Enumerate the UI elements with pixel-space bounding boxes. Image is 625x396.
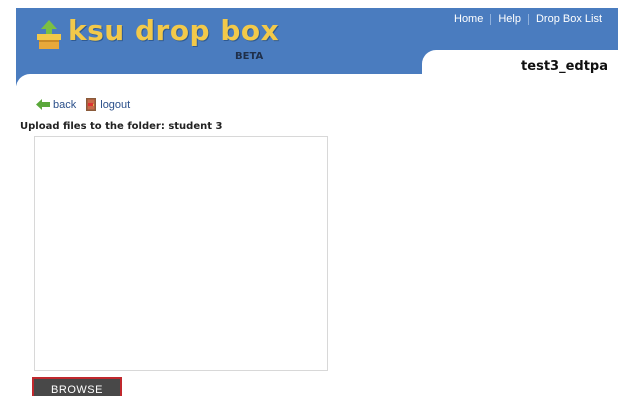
page-frame: ksu drop box BETA Home Help Drop Box Lis… <box>16 8 618 396</box>
nav-divider <box>490 13 492 25</box>
nav-home-link[interactable]: Home <box>454 13 483 25</box>
nav-help-link[interactable]: Help <box>498 13 521 25</box>
main-content: back logout Upload files to the folder: … <box>16 74 618 396</box>
dropbox-box-icon <box>37 20 61 49</box>
browse-button[interactable]: BROWSE <box>32 377 122 396</box>
beta-badge: BETA <box>235 51 264 62</box>
back-arrow-icon <box>36 99 50 110</box>
action-links: back logout <box>36 98 130 111</box>
nav-divider <box>527 13 529 25</box>
upload-folder-label: Upload files to the folder: student 3 <box>20 121 223 132</box>
user-name: test3_edtpa <box>521 59 608 74</box>
logo-text: ksu drop box <box>68 14 280 47</box>
back-link[interactable]: back <box>36 99 76 111</box>
back-label: back <box>53 98 77 111</box>
logout-label: logout <box>100 98 131 111</box>
logo[interactable]: ksu drop box BETA <box>36 14 279 70</box>
logout-door-icon <box>86 98 97 111</box>
nav-drop-box-list-link[interactable]: Drop Box List <box>536 13 602 25</box>
top-nav: Home Help Drop Box List <box>454 13 602 25</box>
logout-link[interactable]: logout <box>85 98 130 111</box>
upload-drop-area[interactable] <box>34 136 328 371</box>
